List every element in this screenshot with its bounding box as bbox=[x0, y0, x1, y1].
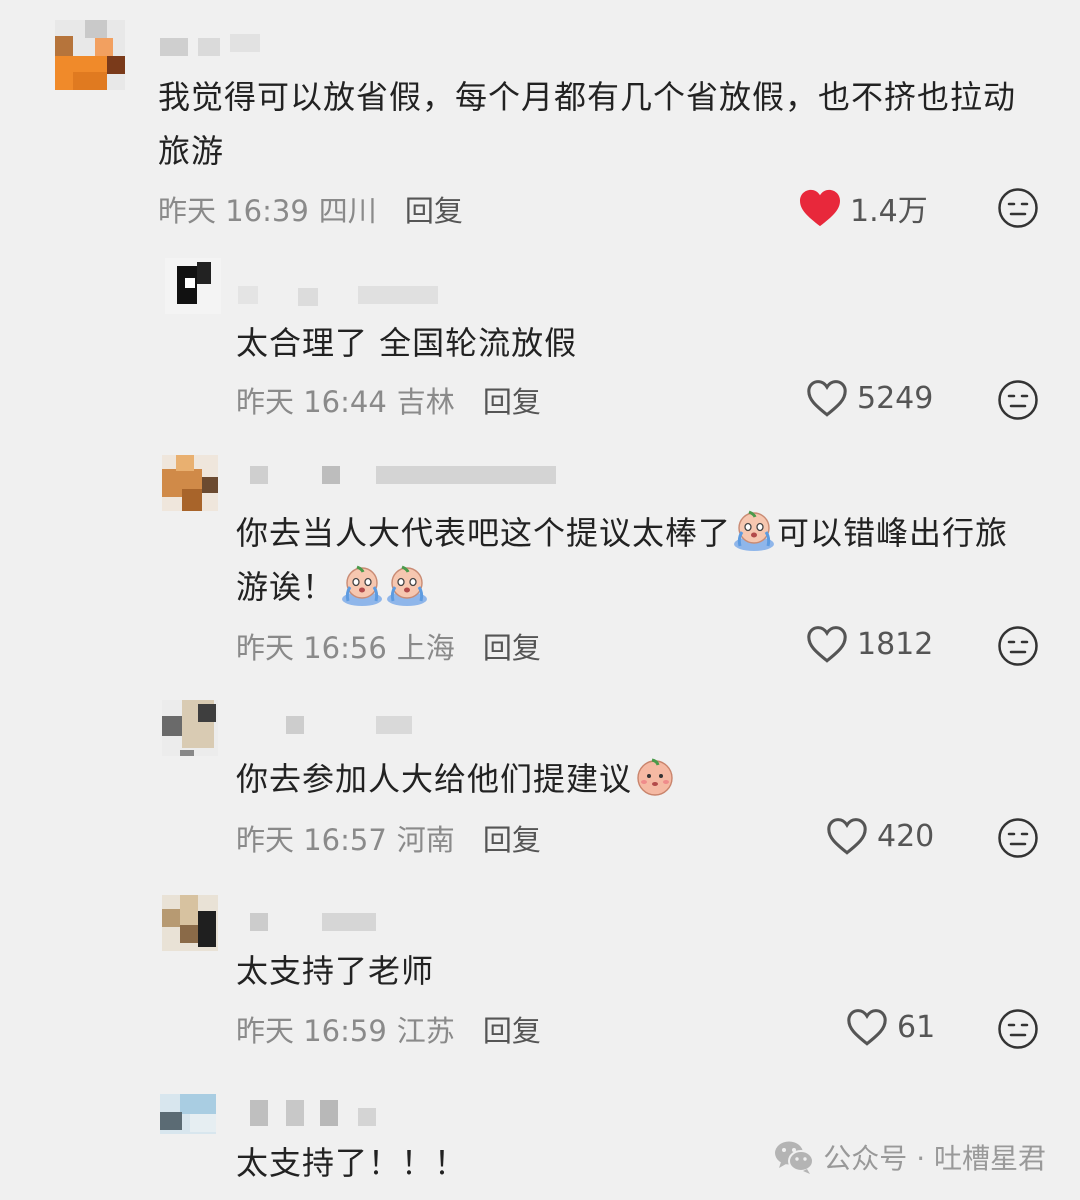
comment-text-part-1: 你去参加人大给他们提建议 bbox=[236, 760, 633, 798]
reply-button[interactable]: 回复 bbox=[483, 1008, 541, 1050]
comment-text: 太支持了老师 bbox=[236, 952, 435, 990]
like-button[interactable]: 5249 bbox=[805, 378, 933, 418]
comment-location: 吉林 bbox=[396, 385, 455, 419]
comment-time: 昨天 16:57 bbox=[236, 823, 387, 857]
reply-button[interactable]: 回复 bbox=[483, 379, 541, 421]
dislike-face-icon[interactable] bbox=[997, 625, 1039, 667]
heart-outline-icon bbox=[847, 1009, 887, 1046]
wechat-icon bbox=[775, 1141, 815, 1174]
comment-meta: 昨天 16:44 吉林 回复 bbox=[236, 379, 541, 421]
dislike-face-icon[interactable] bbox=[997, 187, 1039, 229]
comment-meta: 昨天 16:56 上海 回复 bbox=[236, 625, 541, 667]
heart-filled-icon bbox=[800, 189, 840, 227]
comment-location: 四川 bbox=[318, 194, 377, 228]
blushing-emoji-icon bbox=[637, 758, 673, 796]
comment-text: 太合理了 全国轮流放假 bbox=[236, 324, 578, 362]
comment-text-part-1: 你去当人大代表吧这个提议太棒了 bbox=[236, 514, 732, 552]
watermark-text: 公众号 · 吐槽星君 bbox=[823, 1142, 1046, 1175]
reply-button[interactable]: 回复 bbox=[405, 188, 463, 230]
comment-text: 太支持了！！！ bbox=[236, 1144, 468, 1182]
comment-meta: 昨天 16:59 江苏 回复 bbox=[236, 1008, 541, 1050]
comment-time: 昨天 16:56 bbox=[236, 631, 387, 665]
comment-location: 江苏 bbox=[396, 1014, 455, 1048]
like-count: 5249 bbox=[857, 380, 934, 416]
comment-text: 你去参加人大给他们提建议 bbox=[236, 752, 996, 806]
comment-text: 我觉得可以放省假，每个月都有几个省放假，也不挤也拉动旅游 bbox=[158, 78, 1017, 170]
crying-emoji-icon bbox=[387, 565, 427, 606]
dislike-face-icon[interactable] bbox=[997, 1008, 1039, 1050]
comment-meta: 昨天 16:57 河南 回复 bbox=[236, 817, 541, 859]
heart-outline-icon bbox=[807, 380, 847, 417]
crying-emoji-icon bbox=[734, 510, 775, 551]
like-button[interactable]: 1.4万 bbox=[798, 186, 928, 230]
avatar[interactable] bbox=[162, 455, 218, 511]
like-button[interactable]: 61 bbox=[845, 1007, 935, 1047]
like-count: 61 bbox=[897, 1009, 936, 1045]
comment-time: 昨天 16:59 bbox=[236, 1014, 387, 1048]
comment-location: 河南 bbox=[396, 823, 455, 857]
comment-location: 上海 bbox=[396, 631, 455, 665]
reply-button[interactable]: 回复 bbox=[483, 817, 541, 859]
like-button[interactable]: 1812 bbox=[805, 624, 933, 664]
like-button[interactable]: 420 bbox=[825, 816, 934, 856]
heart-outline-icon bbox=[827, 818, 867, 855]
comment-meta: 昨天 16:39 四川 回复 bbox=[158, 188, 463, 230]
reply-button[interactable]: 回复 bbox=[483, 625, 541, 667]
heart-outline-icon bbox=[807, 626, 847, 663]
comment-time: 昨天 16:39 bbox=[158, 194, 309, 228]
avatar[interactable] bbox=[162, 895, 218, 951]
like-count: 1.4万 bbox=[850, 194, 928, 229]
avatar[interactable] bbox=[165, 258, 221, 314]
avatar[interactable] bbox=[160, 1094, 216, 1150]
avatar[interactable] bbox=[162, 700, 218, 756]
avatar[interactable] bbox=[55, 20, 125, 90]
like-count: 1812 bbox=[857, 626, 934, 662]
comment-time: 昨天 16:44 bbox=[236, 385, 387, 419]
like-count: 420 bbox=[877, 818, 935, 854]
dislike-face-icon[interactable] bbox=[997, 817, 1039, 859]
dislike-face-icon[interactable] bbox=[997, 379, 1039, 421]
crying-emoji-icon bbox=[342, 565, 382, 606]
watermark: 公众号 · 吐槽星君 bbox=[773, 1137, 1046, 1177]
